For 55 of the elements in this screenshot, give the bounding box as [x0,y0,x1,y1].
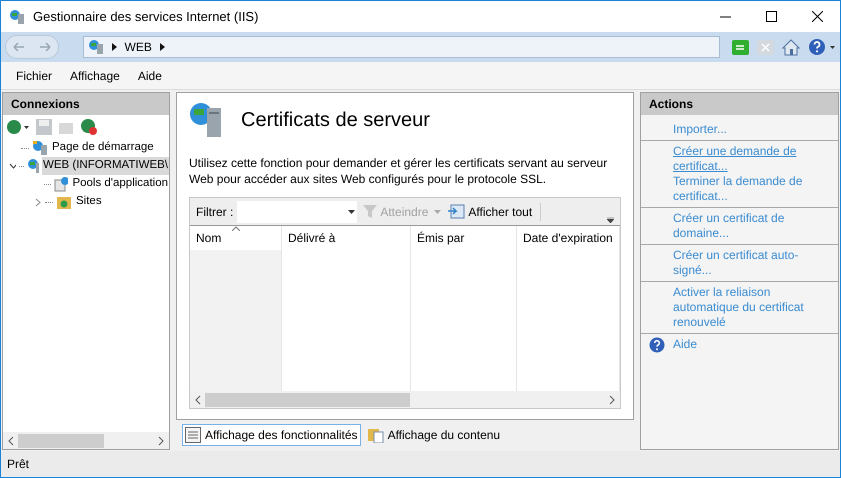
panel-title: Connexions [3,93,169,115]
scroll-right-icon[interactable] [157,436,165,446]
dropdown-arrow-icon[interactable] [348,210,356,214]
column-header[interactable]: Nom [196,229,222,247]
maximize-icon[interactable] [766,11,776,22]
column-header[interactable]: Émis par [417,229,464,247]
separator-arrow-icon[interactable] [160,43,165,51]
panel-title: Actions [641,93,838,115]
address-bar[interactable]: WEB [82,36,720,58]
separator-arrow-icon[interactable] [112,43,117,51]
expanded-chevron-icon[interactable] [9,163,16,169]
show-all-button[interactable]: Afficher tout [445,202,534,220]
tree-item[interactable]: Pools d'application [71,175,169,193]
horizontal-scrollbar[interactable] [190,391,620,408]
folder-document-icon [368,427,384,443]
sort-ascending-icon [232,226,240,231]
collapsed-chevron-icon[interactable] [33,198,42,206]
tree-item[interactable]: Page de démarrage [51,139,155,157]
disconnect-icon[interactable] [80,118,98,136]
filter-field[interactable] [237,200,358,222]
globe-server-icon [88,39,104,55]
overflow-icon[interactable] [607,217,614,223]
window-title: Gestionnaire des services Internet (IIS) [33,8,258,26]
feature-description: Utilisez cette fonction pour demander et gérer les certificats servant au serveur Web pour accéder aux sites Web configurés pour le protocole SSL. [189,155,608,187]
home-icon[interactable] [782,38,800,56]
tree-item[interactable]: Sites [75,193,103,211]
view-tab[interactable]: Affichage du contenu [364,424,504,446]
menu-item[interactable]: Affichage [70,66,120,84]
tree-item[interactable]: WEB (INFORMATIWEB\ [42,157,169,175]
scroll-right-icon[interactable] [608,394,616,404]
column-header[interactable]: Date d'expiration [523,229,613,247]
status-text: Prêt [7,456,30,473]
column-header[interactable]: Délivré à [288,229,336,247]
help-icon [649,337,665,353]
show-all-icon [447,204,466,219]
view-tab[interactable]: Affichage des fonctionnalités [182,424,361,446]
menu-item[interactable]: Fichier [16,66,52,84]
globe-server-icon [9,8,25,24]
scroll-left-icon[interactable] [194,394,202,404]
globe-server-icon [32,140,48,156]
feature-title: Certificats de serveur [241,108,430,133]
folder-globe-icon [56,194,72,210]
scroll-left-icon[interactable] [7,436,15,446]
pools-icon [54,176,68,192]
funnel-icon [363,205,378,218]
filter-label: Filtrer : [196,204,234,220]
globe-server-icon [27,158,39,174]
menu-item[interactable]: Aide [138,66,162,84]
connect-icon[interactable] [6,118,30,136]
close-icon[interactable] [812,11,822,22]
certificate-server-icon [189,102,223,138]
horizontal-scrollbar[interactable] [3,432,169,449]
breadcrumb-item[interactable]: WEB [124,38,152,56]
list-view-icon [185,427,201,443]
help-icon[interactable] [808,38,836,56]
